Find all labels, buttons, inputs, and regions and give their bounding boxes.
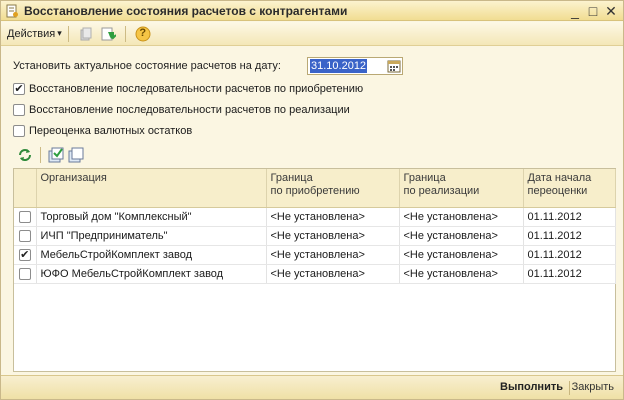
maximize-button[interactable]: □ [585,2,601,20]
cell-organization: МебельСтройКомплект завод [36,245,267,265]
organizations-table: Организация Граница по приобретению Гран… [13,168,616,372]
table-row[interactable]: Торговый дом "Комплексный" <Не установле… [14,207,616,227]
cell-sale-boundary: <Не установлена> [399,207,524,227]
toolbar-separator [124,25,126,42]
sale-sequence-label: Восстановление последовательности расчет… [29,104,350,116]
cell-sale-boundary: <Не установлена> [399,245,524,265]
cell-purchase-boundary: <Не установлена> [266,226,400,246]
date-input[interactable]: 31.10.2012 [307,57,403,75]
date-value: 31.10.2012 [310,59,368,73]
row-checkbox[interactable] [18,267,31,280]
dialog-window: Восстановление состояния расчетов с конт… [0,0,624,400]
table-row[interactable]: ИЧП "Предприниматель" <Не установлена> <… [14,226,616,246]
date-label: Установить актуальное состояние расчетов… [13,60,281,72]
minimize-button[interactable]: _ [567,2,583,20]
header-sale-boundary[interactable]: Граница по реализации [399,169,524,208]
header-check[interactable] [14,169,37,208]
row-checkbox[interactable] [18,210,31,223]
footer-separator [569,381,570,395]
help-glyph: ? [139,26,147,39]
cell-purchase-boundary: <Не установлена> [266,264,400,284]
refresh-icon[interactable] [17,147,33,163]
table-row[interactable]: ЮФО МебельСтройКомплект завод <Не устано… [14,264,616,284]
toolbar: Действия ▾ ? [1,22,623,46]
document-icon [5,4,19,18]
currency-revaluation-checkbox[interactable] [13,125,25,137]
row-checkbox[interactable] [18,229,31,242]
close-button[interactable]: Закрыть [572,381,614,393]
header-organization[interactable]: Организация [36,169,267,208]
fill-table-icon[interactable] [78,26,94,42]
table-toolbar [15,147,86,163]
table-row[interactable]: ✔ МебельСтройКомплект завод <Не установл… [14,245,616,265]
purchase-sequence-checkbox[interactable]: ✔ [13,83,25,95]
cell-purchase-boundary: <Не установлена> [266,245,400,265]
sale-sequence-checkbox[interactable] [13,104,25,116]
header-revaluation-date[interactable]: Дата начала переоценки [523,169,616,208]
run-button[interactable]: Выполнить [500,381,563,393]
header-purchase-boundary[interactable]: Граница по приобретению [266,169,400,208]
currency-revaluation-label: Переоценка валютных остатков [29,125,193,137]
window-title: Восстановление состояния расчетов с конт… [24,3,348,18]
actions-label: Действия [7,27,56,40]
cell-sale-boundary: <Не установлена> [399,226,524,246]
cell-revaluation-date: 01.11.2012 [523,207,616,227]
row-checkbox[interactable]: ✔ [18,248,31,261]
toolbar-separator [40,147,41,163]
cell-sale-boundary: <Не установлена> [399,264,524,284]
chevron-down-icon: ▾ [57,28,62,38]
calendar-icon[interactable] [387,59,401,73]
uncheck-all-icon[interactable] [68,147,84,163]
cell-organization: Торговый дом "Комплексный" [36,207,267,227]
cell-revaluation-date: 01.11.2012 [523,245,616,265]
option-currency-revaluation[interactable]: Переоценка валютных остатков [13,125,192,137]
close-window-button[interactable]: ✕ [603,2,619,20]
help-icon[interactable]: ? [135,26,151,42]
check-all-icon[interactable] [48,147,64,163]
select-download-icon[interactable] [100,26,117,42]
cell-revaluation-date: 01.11.2012 [523,264,616,284]
cell-organization: ЮФО МебельСтройКомплект завод [36,264,267,284]
title-bar: Восстановление состояния расчетов с конт… [1,1,623,21]
purchase-sequence-label: Восстановление последовательности расчет… [29,83,364,95]
toolbar-separator [67,25,69,42]
cell-organization: ИЧП "Предприниматель" [36,226,267,246]
cell-revaluation-date: 01.11.2012 [523,226,616,246]
cell-purchase-boundary: <Не установлена> [266,207,400,227]
dialog-footer: Выполнить Закрыть [1,375,623,399]
option-purchase-sequence[interactable]: ✔ Восстановление последовательности расч… [13,83,363,95]
option-sale-sequence[interactable]: Восстановление последовательности расчет… [13,104,350,116]
table-header-row: Организация Граница по приобретению Гран… [14,169,616,208]
actions-menu[interactable]: Действия ▾ [7,28,62,40]
